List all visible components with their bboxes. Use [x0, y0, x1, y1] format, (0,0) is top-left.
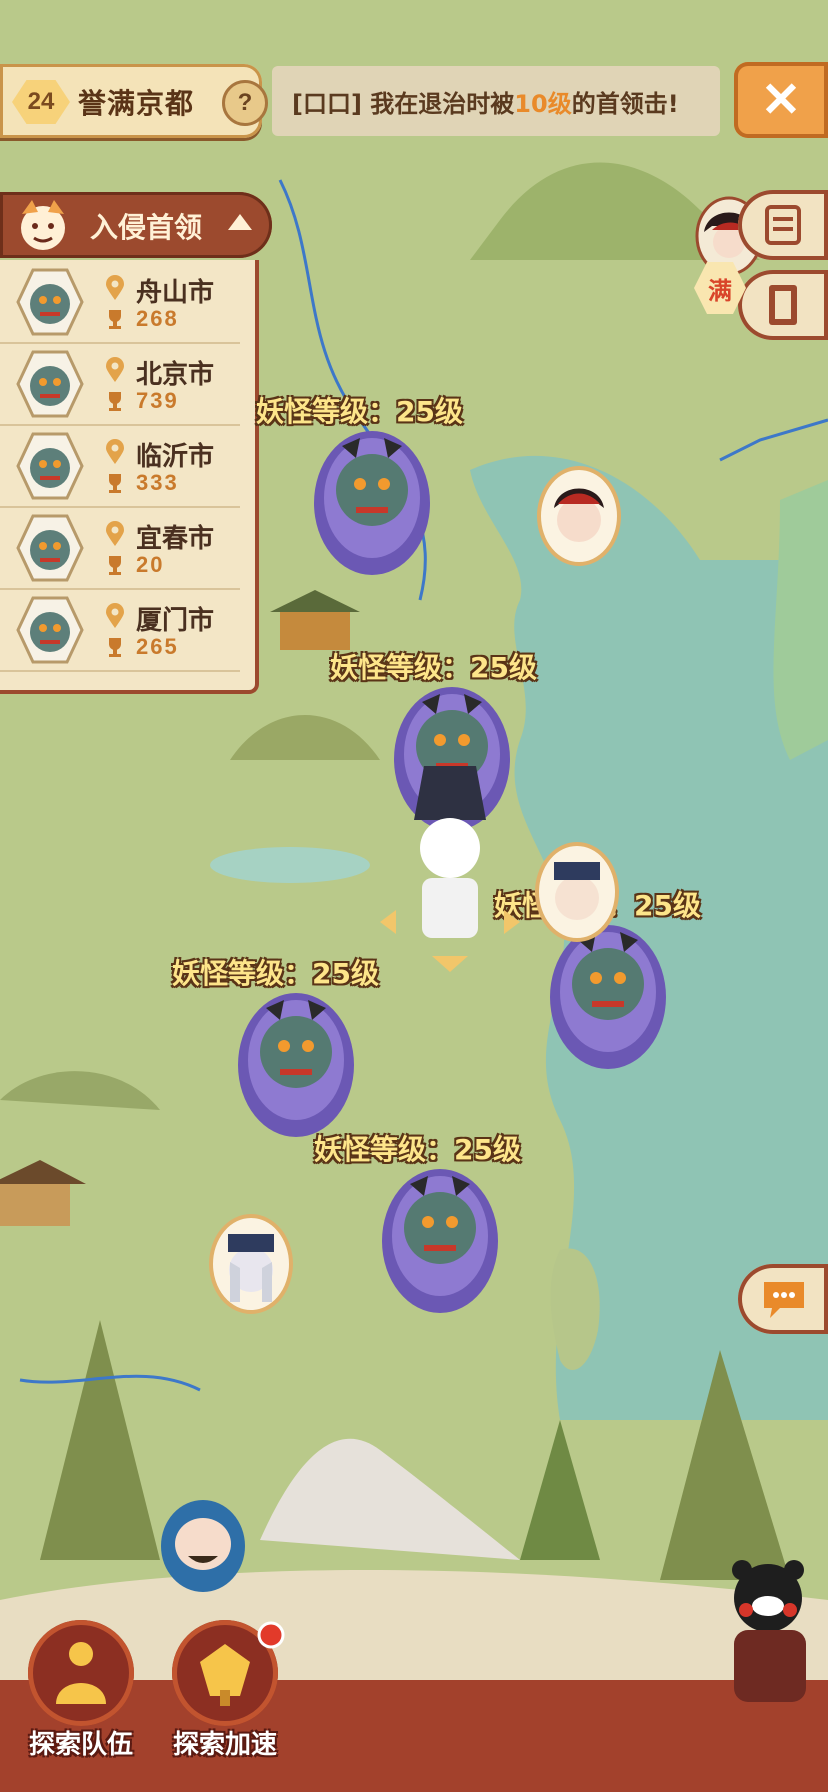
chat-button[interactable]	[738, 1264, 828, 1334]
location-pin-icon	[106, 521, 124, 546]
trophy-icon	[109, 556, 121, 575]
boss-avatar	[16, 268, 84, 336]
question-icon: ?	[237, 89, 253, 116]
boss-city: 厦门市	[136, 606, 215, 636]
boss-avatar	[16, 514, 84, 582]
monster-boss-token[interactable]	[312, 428, 432, 578]
boss-list: 舟山市 268 北京市 739 临沂市 333 宜春市 20 厦门市 265	[0, 260, 259, 694]
menu-button[interactable]	[738, 190, 828, 260]
collapse-arrow-icon	[228, 214, 252, 230]
npc-token-officer[interactable]	[534, 840, 620, 944]
explore-speedup-button[interactable]: 探索加速	[160, 1620, 290, 1760]
notice-banner: [口口] 我在退治时被 10级 的首领击!	[272, 66, 720, 136]
trophy-icon	[109, 392, 121, 411]
trophy-icon	[109, 638, 121, 657]
explore-team-label: 探索队伍	[28, 1730, 133, 1760]
explore-speedup-label: 探索加速	[172, 1730, 277, 1760]
notice-suffix: 的首领击!	[571, 89, 679, 118]
notice-prefix: [口口] 我在退治时被	[292, 89, 515, 118]
npc-token-red-hair[interactable]	[536, 464, 622, 568]
card-button[interactable]	[738, 270, 828, 340]
boss-avatar	[16, 350, 84, 418]
boss-count: 268	[136, 306, 179, 331]
bear-mascot	[732, 1560, 806, 1702]
boss-list-item[interactable]: 临沂市 333	[0, 424, 240, 508]
boss-city: 舟山市	[136, 278, 215, 308]
trophy-icon	[109, 474, 121, 493]
speedup-icon	[200, 1644, 250, 1706]
monster-level-label: 妖怪等级：25级	[314, 1133, 521, 1166]
boss-city: 临沂市	[136, 442, 215, 472]
monster-level-label: 妖怪等级：25级	[256, 395, 463, 428]
monster-boss-token[interactable]	[380, 1166, 500, 1316]
boss-count: 333	[136, 470, 179, 495]
boss-demon-icon	[21, 200, 65, 250]
boss-list-item[interactable]: 宜春市 20	[0, 506, 240, 590]
trophy-icon	[109, 310, 121, 329]
boss-count: 20	[136, 552, 165, 577]
location-pin-icon	[106, 439, 124, 464]
daruma-mascot	[161, 1500, 245, 1592]
card-icon	[769, 285, 797, 325]
location-pin-icon	[106, 603, 124, 628]
monster-boss-token[interactable]	[548, 922, 668, 1072]
chat-icon	[764, 1282, 804, 1318]
region-title: 誉满京都	[78, 87, 195, 120]
boss-list-item[interactable]: 厦门市 265	[0, 588, 240, 672]
location-pin-icon	[106, 275, 124, 300]
location-pin-icon	[106, 357, 124, 382]
boss-avatar	[16, 596, 84, 664]
boss-list-item[interactable]: 北京市 739	[0, 342, 240, 426]
monster-level-label: 妖怪等级：25级	[330, 651, 537, 684]
boss-city: 宜春市	[136, 524, 215, 554]
monster-boss-token[interactable]	[236, 990, 356, 1140]
invading-boss-toggle[interactable]: 入侵首领	[0, 192, 272, 258]
boss-city: 北京市	[136, 360, 215, 390]
list-icon	[765, 205, 801, 245]
monster-level-label: 妖怪等级：25级	[172, 957, 379, 990]
boss-avatar	[16, 432, 84, 500]
boss-list-item[interactable]: 舟山市 268	[0, 260, 240, 344]
close-button[interactable]: ✕	[734, 62, 828, 138]
close-icon: ✕	[760, 74, 802, 127]
notification-dot-icon	[257, 1621, 285, 1649]
player-character[interactable]	[380, 760, 520, 980]
boss-panel-title: 入侵首领	[90, 211, 203, 244]
explore-team-button[interactable]: 探索队伍	[16, 1620, 146, 1760]
boss-count: 265	[136, 634, 179, 659]
boss-count: 739	[136, 388, 179, 413]
npc-token-white-hair[interactable]	[208, 1212, 294, 1316]
notice-level: 10级	[514, 89, 572, 118]
team-icon	[56, 1642, 106, 1704]
help-button[interactable]: ?	[222, 80, 268, 126]
